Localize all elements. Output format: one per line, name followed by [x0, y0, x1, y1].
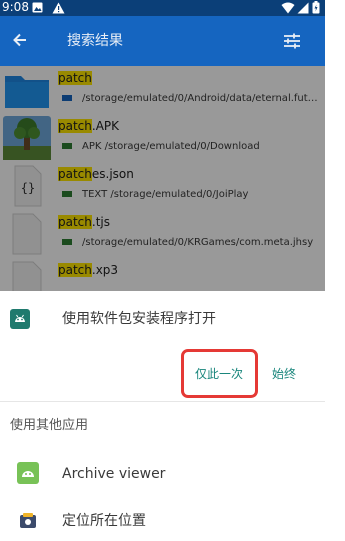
signal-icon	[297, 2, 309, 17]
android-icon	[17, 462, 39, 488]
app-option-label: 定位所在位置	[62, 513, 146, 529]
back-arrow-icon[interactable]	[10, 30, 30, 54]
other-apps-label: 使用其他应用	[10, 418, 89, 433]
always-button[interactable]: 始终	[272, 366, 296, 382]
locate-icon	[19, 512, 37, 534]
battery-icon	[312, 1, 320, 17]
wifi-icon	[281, 2, 295, 17]
screenshot-margin	[325, 0, 345, 541]
warning-icon	[52, 2, 65, 17]
notification-photo-icon	[32, 2, 43, 16]
dim-overlay[interactable]	[0, 66, 325, 291]
search-results-list: patch /storage/emulated/0/Android/data/e…	[0, 66, 325, 291]
app-option-label: Archive viewer	[62, 466, 166, 482]
divider	[0, 401, 325, 402]
annotation-highlight-box	[181, 349, 258, 398]
open-with-sheet: 使用软件包安装程序打开 仅此一次 始终 使用其他应用 Archive viewe…	[0, 291, 325, 541]
sheet-title: 使用软件包安装程序打开	[62, 311, 216, 327]
app-bar: 搜索结果	[0, 16, 325, 66]
filter-settings-icon[interactable]	[283, 32, 301, 54]
package-installer-icon	[10, 309, 30, 333]
status-bar: 9:08	[0, 0, 325, 16]
status-time: 9:08	[2, 0, 29, 14]
page-title: 搜索结果	[67, 33, 123, 49]
